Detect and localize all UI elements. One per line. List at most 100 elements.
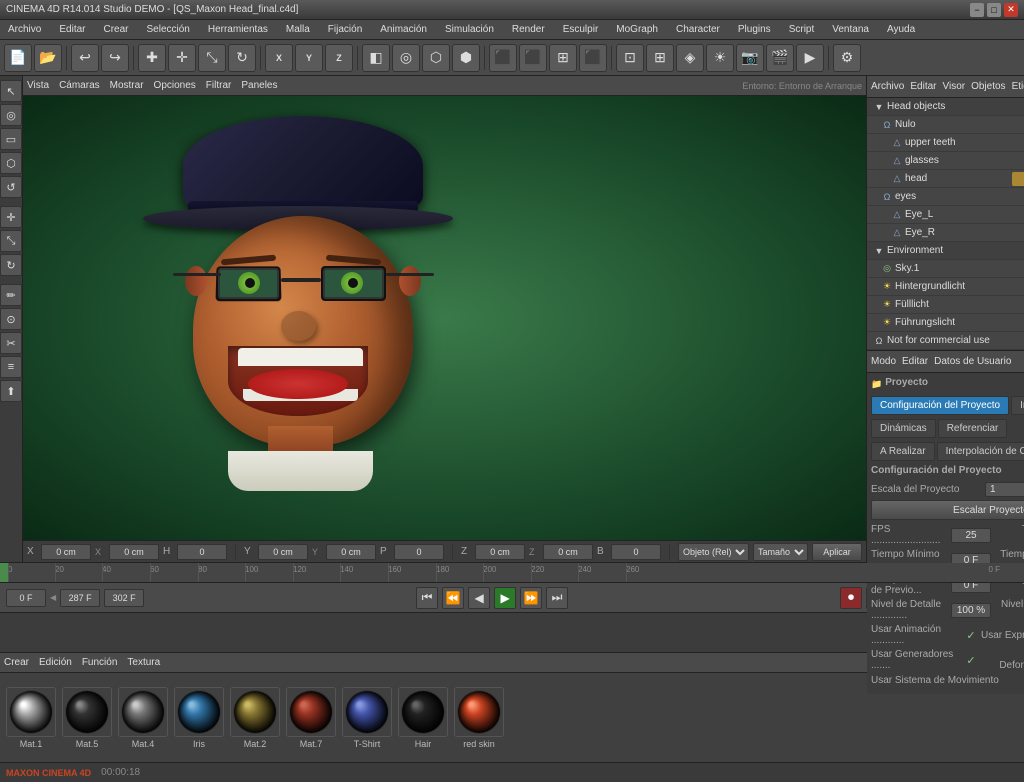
select-tool-button[interactable]: ↖ bbox=[0, 80, 22, 102]
view-button-2[interactable]: ⬛ bbox=[519, 44, 547, 72]
menu-render[interactable]: Render bbox=[508, 22, 549, 37]
select-button[interactable]: ✚ bbox=[138, 44, 166, 72]
view-button-3[interactable]: ⊞ bbox=[549, 44, 577, 72]
rotate-tool-button[interactable]: ↻ bbox=[0, 254, 22, 276]
material-item-mat4[interactable]: Mat.4 bbox=[118, 687, 168, 749]
om-etiquetas[interactable]: Etiquetas bbox=[1012, 81, 1024, 92]
paint-button[interactable]: ✏ bbox=[0, 284, 22, 306]
menu-fijacion[interactable]: Fijación bbox=[324, 22, 366, 37]
material-item-iris[interactable]: Iris bbox=[174, 687, 224, 749]
extrude-button[interactable]: ⬆ bbox=[0, 380, 22, 402]
minimize-button[interactable]: − bbox=[970, 3, 984, 17]
viewport-tab-vista[interactable]: Vista bbox=[27, 80, 49, 91]
list-item[interactable]: ▼ Environment ✓ ✓ bbox=[867, 242, 1024, 260]
list-item[interactable]: △ Eye_R ✓ ✓ ↕ bbox=[867, 224, 1024, 242]
gen-check[interactable]: ✓ bbox=[966, 654, 975, 667]
rotate-button[interactable]: ↻ bbox=[228, 44, 256, 72]
menu-editar[interactable]: Editar bbox=[55, 22, 89, 37]
close-button[interactable]: ✕ bbox=[1004, 3, 1018, 17]
y-size-input[interactable]: 0 cm bbox=[326, 544, 376, 560]
live-select-button[interactable]: ◎ bbox=[0, 104, 22, 126]
current-frame-display[interactable]: 0 F bbox=[6, 589, 46, 607]
list-item[interactable]: ☀ Führungslicht ✓ ✓ bbox=[867, 314, 1024, 332]
me-crear[interactable]: Crear bbox=[4, 657, 29, 668]
x-input[interactable]: 0 cm bbox=[41, 544, 91, 560]
list-item[interactable]: △ upper teeth ✓ ✓ bbox=[867, 134, 1024, 152]
texture-button[interactable]: ◈ bbox=[676, 44, 704, 72]
list-item[interactable]: △ glasses ✓ ✓ bbox=[867, 152, 1024, 170]
move-tool-button[interactable]: ✛ bbox=[0, 206, 22, 228]
menu-ayuda[interactable]: Ayuda bbox=[883, 22, 919, 37]
tab-a-realizar[interactable]: A Realizar bbox=[871, 442, 935, 461]
view-button-4[interactable]: ⬛ bbox=[579, 44, 607, 72]
x-size-input[interactable]: 0 cm bbox=[109, 544, 159, 560]
rect-select-button[interactable]: ▭ bbox=[0, 128, 22, 150]
magnet-button[interactable]: ⊙ bbox=[0, 308, 22, 330]
menu-esculpir[interactable]: Esculpir bbox=[559, 22, 603, 37]
step-back-button[interactable]: ⏪ bbox=[442, 587, 464, 609]
om-editar[interactable]: Editar bbox=[910, 81, 936, 92]
poly-select-button[interactable]: ⬡ bbox=[0, 152, 22, 174]
viewport[interactable] bbox=[23, 96, 866, 540]
list-item[interactable]: ▼ Head objects ✓ ✓ bbox=[867, 98, 1024, 116]
anim-check[interactable]: ✓ bbox=[966, 629, 975, 642]
me-textura[interactable]: Textura bbox=[127, 657, 160, 668]
menu-animacion[interactable]: Animación bbox=[376, 22, 431, 37]
material-item-mat5[interactable]: Mat.5 bbox=[62, 687, 112, 749]
tab-referenciar[interactable]: Referenciar bbox=[938, 419, 1008, 438]
render-button[interactable]: ▶ bbox=[796, 44, 824, 72]
material-item-mat1[interactable]: Mat.1 bbox=[6, 687, 56, 749]
frame-display-field[interactable]: 287 F bbox=[60, 589, 100, 607]
menu-malla[interactable]: Malla bbox=[282, 22, 314, 37]
settings-button[interactable]: ⚙ bbox=[833, 44, 861, 72]
axis-button[interactable]: ⊞ bbox=[646, 44, 674, 72]
goto-end-button[interactable]: ⏭ bbox=[546, 587, 568, 609]
end-frame-display[interactable]: 302 F bbox=[104, 589, 144, 607]
me-funcion[interactable]: Función bbox=[82, 657, 118, 668]
mode-edge[interactable]: ⬡ bbox=[422, 44, 450, 72]
play-reverse-button[interactable]: ◀ bbox=[468, 587, 490, 609]
material-item-redskin[interactable]: red skin bbox=[454, 687, 504, 749]
tab-interpolacion[interactable]: Interpolación de Claves bbox=[937, 442, 1024, 461]
me-edicion[interactable]: Edición bbox=[39, 657, 72, 668]
menu-crear[interactable]: Crear bbox=[99, 22, 132, 37]
z-size-input[interactable]: 0 cm bbox=[543, 544, 593, 560]
p-input[interactable]: 0 bbox=[394, 544, 444, 560]
attr-modo[interactable]: Modo bbox=[871, 356, 896, 367]
list-item[interactable]: ☀ Hintergrundlicht ✓ ✓ bbox=[867, 278, 1024, 296]
z-input[interactable]: 0 cm bbox=[475, 544, 525, 560]
world-coord-button[interactable]: X bbox=[265, 44, 293, 72]
light-button[interactable]: ☀ bbox=[706, 44, 734, 72]
menu-mograph[interactable]: MoGraph bbox=[612, 22, 662, 37]
local-coord-button[interactable]: Y bbox=[295, 44, 323, 72]
apply-coord-button[interactable]: Aplicar bbox=[812, 543, 862, 561]
step-forward-button[interactable]: ⏩ bbox=[520, 587, 542, 609]
mode-model[interactable]: ◧ bbox=[362, 44, 390, 72]
viewport-tab-filtrar[interactable]: Filtrar bbox=[206, 80, 232, 91]
mode-point[interactable]: ◎ bbox=[392, 44, 420, 72]
menu-simulacion[interactable]: Simulación bbox=[441, 22, 498, 37]
scale-input[interactable] bbox=[985, 482, 1024, 497]
menu-script[interactable]: Script bbox=[785, 22, 819, 37]
mode-poly[interactable]: ⬢ bbox=[452, 44, 480, 72]
om-objetos[interactable]: Objetos bbox=[971, 81, 1005, 92]
move-button[interactable]: ✛ bbox=[168, 44, 196, 72]
loop-select-button[interactable]: ↺ bbox=[0, 176, 22, 198]
menu-plugins[interactable]: Plugins bbox=[734, 22, 775, 37]
om-archivo[interactable]: Archivo bbox=[871, 81, 904, 92]
viewport-tab-opciones[interactable]: Opciones bbox=[154, 80, 196, 91]
attr-editar[interactable]: Editar bbox=[902, 356, 928, 367]
detail-value[interactable]: 100 % bbox=[951, 603, 991, 618]
record-button[interactable]: ⏺ bbox=[840, 587, 862, 609]
goto-start-button[interactable]: ⏮ bbox=[416, 587, 438, 609]
bridge-button[interactable]: ≡ bbox=[0, 356, 22, 378]
maximize-button[interactable]: □ bbox=[987, 3, 1001, 17]
h-input[interactable]: 0 bbox=[177, 544, 227, 560]
material-item-tshirt[interactable]: T-Shirt bbox=[342, 687, 392, 749]
tab-config-proyecto[interactable]: Configuración del Proyecto bbox=[871, 396, 1009, 415]
view-button-1[interactable]: ⬛ bbox=[489, 44, 517, 72]
knife-button[interactable]: ✂ bbox=[0, 332, 22, 354]
snap-button[interactable]: ⊡ bbox=[616, 44, 644, 72]
coord-system-select[interactable]: Objeto (Rel) bbox=[678, 543, 749, 561]
undo-button[interactable]: ↩ bbox=[71, 44, 99, 72]
